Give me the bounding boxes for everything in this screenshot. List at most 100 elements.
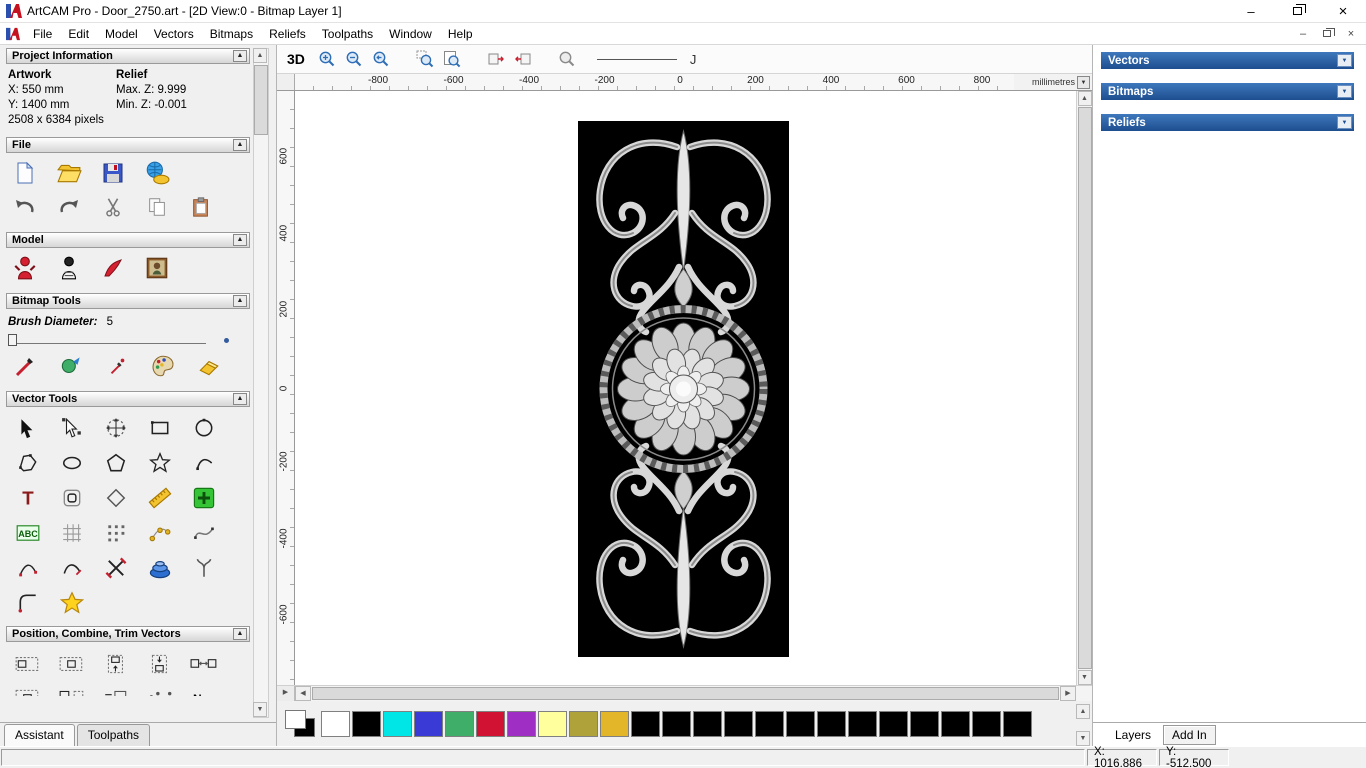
colour-swatch[interactable]	[569, 710, 598, 737]
view-3d-button[interactable]: 3D	[287, 51, 305, 67]
menu-help[interactable]: Help	[440, 24, 481, 44]
undo-icon[interactable]	[10, 193, 40, 221]
menu-edit[interactable]: Edit	[60, 24, 97, 44]
set-model-size-icon[interactable]	[10, 254, 40, 282]
canvas-scroll-right-button[interactable]: ▶	[1060, 686, 1076, 701]
mdi-restore-button[interactable]	[1320, 27, 1335, 41]
zoom-in-icon[interactable]	[316, 48, 338, 70]
snap-grid-tool[interactable]	[52, 516, 92, 549]
canvas-scroll-down-button[interactable]: ▼	[1077, 670, 1092, 685]
assistant-scroll-up-button[interactable]: ▲	[253, 48, 267, 63]
file-section-header[interactable]: File ▲	[6, 137, 250, 153]
colour-swatch[interactable]	[972, 710, 1001, 737]
draw-icon[interactable]	[102, 352, 132, 380]
canvas-scroll-up-button[interactable]: ▲	[1077, 91, 1092, 106]
text-tool[interactable]: T	[8, 481, 48, 514]
extrude-tool[interactable]	[140, 551, 180, 584]
redo-icon[interactable]	[54, 193, 84, 221]
canvas-vertical-thumb[interactable]	[1077, 107, 1092, 669]
canvas-vertical-scrollbar[interactable]: ▲ ▼	[1076, 91, 1092, 685]
colour-swatch[interactable]	[724, 710, 753, 737]
sculpt-tool-icon[interactable]	[98, 254, 128, 282]
new-model-icon[interactable]	[10, 159, 40, 187]
fillet-tool[interactable]	[8, 586, 48, 619]
eraser-icon[interactable]	[194, 352, 224, 380]
texture-image-icon[interactable]	[142, 254, 172, 282]
freehand-polyline-tool[interactable]	[8, 446, 48, 479]
model-section-header[interactable]: Model ▲	[6, 232, 250, 248]
colour-swatch[interactable]	[817, 710, 846, 737]
arc-tool[interactable]	[184, 446, 224, 479]
palette-icon[interactable]	[148, 352, 178, 380]
colour-swatch[interactable]	[507, 710, 536, 737]
canvas-horizontal-thumb[interactable]	[312, 687, 1059, 700]
zoom-window-icon[interactable]	[414, 48, 436, 70]
colour-swatch[interactable]	[476, 710, 505, 737]
collapse-project-info-button[interactable]: ▲	[233, 50, 247, 62]
canvas-horizontal-scrollbar[interactable]: ▶ ◀ ▶	[277, 685, 1092, 701]
colour-swatch[interactable]	[414, 710, 443, 737]
mdi-close-button[interactable]: ×	[1344, 27, 1358, 41]
tab-add-in[interactable]: Add In	[1163, 724, 1216, 745]
block-copy-tool[interactable]	[96, 516, 136, 549]
group-vectors-tool[interactable]	[96, 682, 136, 696]
colour-swatch[interactable]	[1003, 710, 1032, 737]
reliefs-dropdown-icon[interactable]: ▼	[1337, 116, 1352, 129]
copy-icon[interactable]	[142, 193, 172, 221]
collapse-vector-tools-button[interactable]: ▲	[233, 393, 247, 405]
star-tool[interactable]	[140, 446, 180, 479]
bitmaps-section-header[interactable]: Bitmaps ▼	[1101, 83, 1354, 100]
arc-through-points-tool[interactable]	[8, 551, 48, 584]
vectors-section-header[interactable]: Vectors ▼	[1101, 52, 1354, 69]
rectangle-tool[interactable]	[140, 411, 180, 444]
circle-tool[interactable]	[184, 411, 224, 444]
canvas-scroll-left-button[interactable]: ◀	[295, 686, 311, 701]
colour-swatch[interactable]	[910, 710, 939, 737]
offset-vectors-tool[interactable]	[52, 481, 92, 514]
save-model-icon[interactable]	[98, 159, 128, 187]
colour-swatch[interactable]	[755, 710, 784, 737]
weld-vectors-tool[interactable]	[184, 551, 224, 584]
menu-file[interactable]: File	[25, 24, 60, 44]
pane-splitter-button[interactable]: ▶	[277, 686, 295, 701]
align-bottom-tool[interactable]	[140, 647, 180, 680]
assistant-scroll-thumb[interactable]	[254, 65, 268, 135]
brush-slider-handle[interactable]	[8, 334, 17, 346]
collapse-bitmap-tools-button[interactable]: ▲	[233, 295, 247, 307]
bitmap-tools-header[interactable]: Bitmap Tools ▲	[6, 293, 250, 309]
tab-layers[interactable]: Layers	[1107, 726, 1159, 744]
mirror-vectors-tool[interactable]	[52, 682, 92, 696]
convert-text-icon[interactable]: ABC	[8, 516, 48, 549]
palette-scroll-down-button[interactable]: ▼	[1076, 731, 1090, 746]
measure-tool[interactable]	[140, 481, 180, 514]
colour-swatch[interactable]	[600, 710, 629, 737]
menu-toolpaths[interactable]: Toolpaths	[314, 24, 381, 44]
drawing-canvas[interactable]	[295, 91, 1076, 685]
vectors-dropdown-icon[interactable]: ▼	[1337, 54, 1352, 67]
colour-swatch[interactable]	[321, 710, 350, 737]
menu-vectors[interactable]: Vectors	[146, 24, 202, 44]
adjust-model-icon[interactable]	[54, 254, 84, 282]
assistant-scroll-down-button[interactable]: ▼	[253, 702, 267, 717]
door-relief-bitmap[interactable]	[578, 121, 789, 657]
colour-swatch[interactable]	[786, 710, 815, 737]
node-editing-tool[interactable]	[52, 411, 92, 444]
restore-button[interactable]	[1274, 0, 1320, 22]
import-model-icon[interactable]	[142, 159, 172, 187]
reliefs-section-header[interactable]: Reliefs ▼	[1101, 114, 1354, 131]
tab-toolpaths[interactable]: Toolpaths	[76, 724, 151, 746]
ruler-units-dropdown[interactable]: ▼	[1077, 75, 1090, 89]
zoom-fit-icon[interactable]	[441, 48, 463, 70]
collapse-position-button[interactable]: ▲	[233, 628, 247, 640]
cut-icon[interactable]	[98, 193, 128, 221]
paint-brush-icon[interactable]	[10, 352, 40, 380]
colour-wash-icon[interactable]	[56, 352, 86, 380]
close-button[interactable]: ×	[1320, 0, 1366, 22]
colour-swatch[interactable]	[941, 710, 970, 737]
colour-swatch[interactable]	[538, 710, 567, 737]
minimize-button[interactable]: –	[1228, 0, 1274, 22]
project-information-header[interactable]: Project Information ▲	[6, 48, 250, 64]
centre-in-page-tool[interactable]	[8, 682, 48, 696]
trim-vectors-tool[interactable]	[96, 551, 136, 584]
link-bitmap-icon[interactable]	[485, 48, 507, 70]
